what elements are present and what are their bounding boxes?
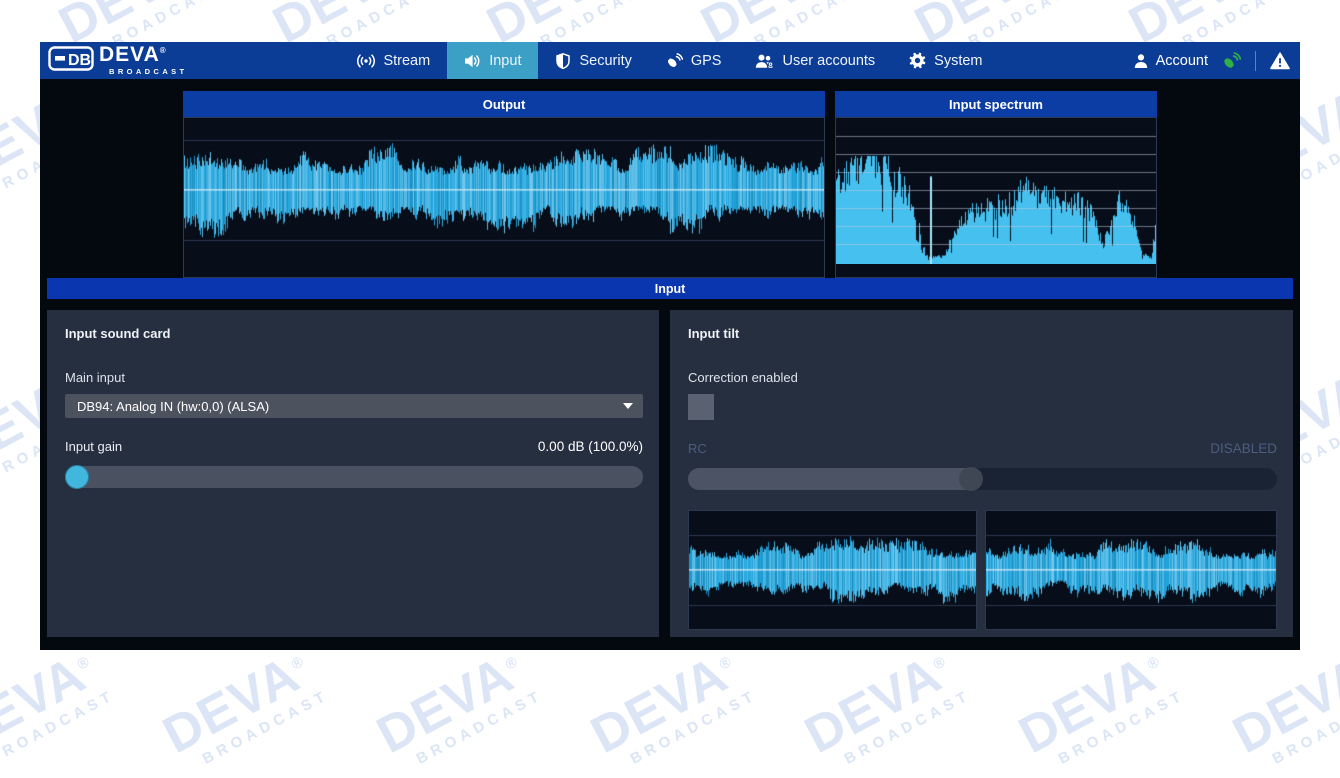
- tab-input[interactable]: Input: [447, 42, 538, 79]
- nav-divider: [1255, 51, 1256, 71]
- main-input-value: DB94: Analog IN (hw:0,0) (ALSA): [77, 399, 623, 414]
- tilt-waveform-row: [688, 510, 1277, 630]
- tab-label: User accounts: [782, 53, 875, 69]
- deva-watermark-tile: DEVA®BROADCAST: [583, 640, 759, 777]
- tab-gps[interactable]: GPS: [649, 42, 739, 79]
- deva-watermark-tile: DEVA®BROADCAST: [797, 640, 973, 777]
- card-title: Input tilt: [688, 326, 1277, 341]
- input-spectrum-display: [835, 117, 1157, 278]
- navbar-right: Account: [1133, 42, 1290, 79]
- person-icon: [1133, 53, 1149, 69]
- account-label: Account: [1156, 53, 1208, 69]
- tab-label: Stream: [383, 53, 430, 69]
- account-button[interactable]: Account: [1133, 53, 1208, 69]
- navbar: DB DEVA® BROADCAST Stream: [40, 42, 1300, 79]
- input-spectrum-title: Input spectrum: [835, 91, 1157, 117]
- tilt-waveform-right: [985, 510, 1277, 630]
- slider-thumb[interactable]: [65, 465, 89, 489]
- card-title: Input sound card: [65, 326, 643, 341]
- nav-tabs: Stream Input Security: [340, 42, 999, 79]
- tilt-waveform-left: [688, 510, 977, 630]
- logo-registered-mark: ®: [160, 46, 166, 55]
- main-input-select[interactable]: DB94: Analog IN (hw:0,0) (ALSA): [65, 394, 643, 418]
- slider-track[interactable]: [65, 466, 643, 488]
- app-window: DB DEVA® BROADCAST Stream: [40, 42, 1300, 650]
- tab-system[interactable]: System: [892, 42, 999, 79]
- rc-status-badge: DISABLED: [1210, 441, 1277, 456]
- output-panel-title: Output: [183, 91, 825, 117]
- tab-stream[interactable]: Stream: [340, 42, 447, 79]
- logo-broadcast: BROADCAST: [109, 67, 188, 76]
- input-sound-card-panel: Input sound card Main input DB94: Analog…: [47, 310, 659, 637]
- deva-logo: DB DEVA® BROADCAST: [48, 45, 188, 76]
- correction-enabled-checkbox[interactable]: [688, 394, 714, 420]
- output-panel: Output: [183, 91, 825, 278]
- shield-icon: [555, 53, 571, 69]
- deva-watermark-tile: DEVA®BROADCAST: [0, 640, 118, 777]
- input-tilt-panel: Input tilt Correction enabled RC DISABLE…: [670, 310, 1293, 637]
- settings-cards: Input sound card Main input DB94: Analog…: [47, 310, 1293, 637]
- monitor-displays: Output Input spectrum: [40, 79, 1300, 278]
- svg-text:DB: DB: [68, 52, 91, 69]
- rc-slider[interactable]: [688, 467, 1277, 491]
- deva-watermark-tile: DEVA®BROADCAST: [155, 640, 331, 777]
- users-icon: [755, 53, 774, 69]
- rc-label: RC: [688, 441, 707, 456]
- input-gain-label: Input gain: [65, 439, 122, 454]
- input-gain-slider[interactable]: [65, 465, 643, 489]
- input-section-bar: Input: [47, 278, 1293, 299]
- chevron-down-icon: [623, 403, 633, 409]
- main-input-label: Main input: [65, 370, 643, 385]
- deva-watermark-tile: DEVA®BROADCAST: [1335, 214, 1340, 351]
- speaker-icon: [464, 53, 481, 69]
- deva-watermark-tile: DEVA®BROADCAST: [1225, 640, 1340, 777]
- tab-label: Security: [579, 53, 631, 69]
- broadcast-icon: [357, 53, 375, 69]
- deva-watermark-tile: DEVA®BROADCAST: [1335, 498, 1340, 635]
- tab-label: GPS: [691, 53, 722, 69]
- warning-icon[interactable]: [1270, 52, 1290, 70]
- correction-enabled-label: Correction enabled: [688, 370, 1277, 385]
- logo-deva: DEVA: [99, 43, 160, 66]
- deva-watermark-tile: DEVA®BROADCAST: [1335, 0, 1340, 67]
- satellite-status-icon: [1222, 52, 1241, 70]
- output-waveform-display: [183, 117, 825, 278]
- db-emblem-icon: DB: [48, 45, 94, 72]
- input-spectrum-panel: Input spectrum: [835, 91, 1157, 278]
- slider-thumb[interactable]: [959, 467, 983, 491]
- logo-text: DEVA® BROADCAST: [99, 46, 188, 76]
- gear-icon: [909, 52, 926, 69]
- tab-label: Input: [489, 53, 521, 69]
- tab-user-accounts[interactable]: User accounts: [738, 42, 892, 79]
- tab-label: System: [934, 53, 982, 69]
- deva-watermark-tile: DEVA®BROADCAST: [1011, 640, 1187, 777]
- input-section-label: Input: [655, 282, 686, 296]
- deva-watermark-tile: DEVA®BROADCAST: [369, 640, 545, 777]
- satellite-icon: [666, 53, 683, 69]
- tab-security[interactable]: Security: [538, 42, 648, 79]
- input-gain-value: 0.00 dB (100.0%): [538, 439, 643, 454]
